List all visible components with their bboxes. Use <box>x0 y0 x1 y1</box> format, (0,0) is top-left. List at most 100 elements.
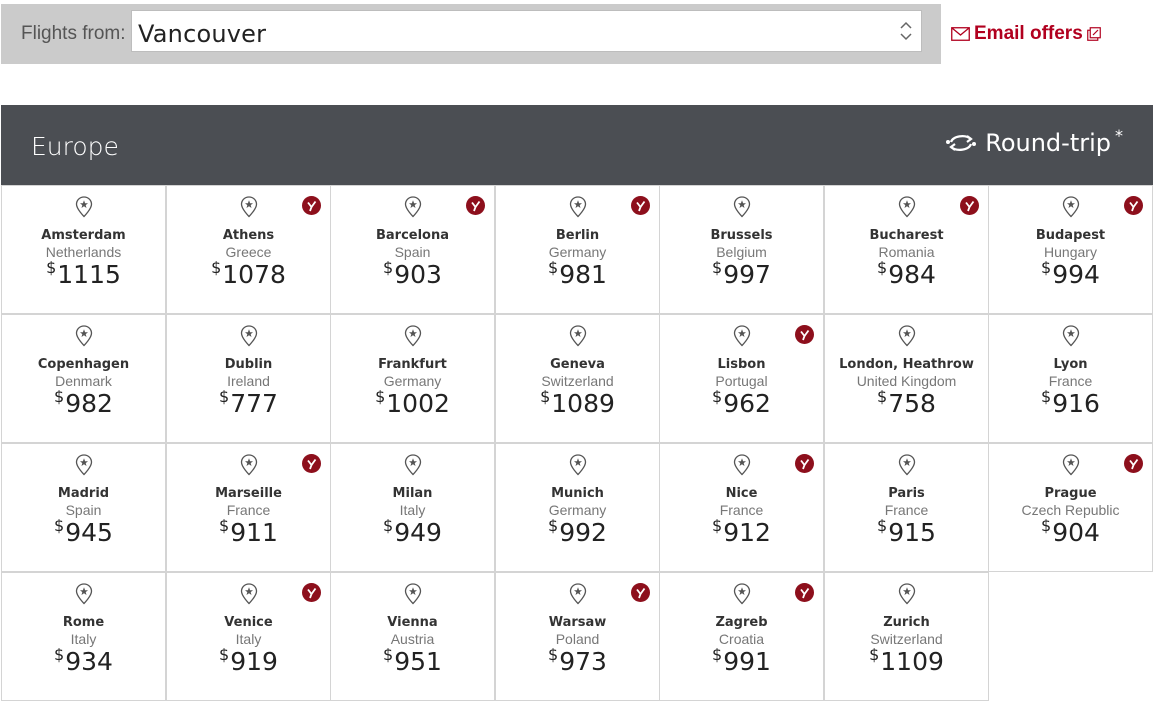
destination-city: Brussels <box>710 228 773 243</box>
destination-country: Greece <box>225 244 272 260</box>
destination-tile[interactable]: Nice France $912 <box>659 443 824 572</box>
currency-symbol: $ <box>219 516 230 535</box>
destination-price: $903 <box>331 258 494 289</box>
map-pin-icon <box>733 583 751 605</box>
external-link-icon <box>1086 27 1101 41</box>
price-amount: 1078 <box>222 260 286 289</box>
price-amount: 1115 <box>57 260 121 289</box>
round-trip-icon <box>946 135 977 151</box>
destination-tile[interactable]: Milan Italy $949 <box>330 443 495 572</box>
destination-country: Hungary <box>1044 244 1097 260</box>
destination-tile[interactable]: Frankfurt Germany $1002 <box>330 314 495 443</box>
destination-city: Budapest <box>1035 228 1106 243</box>
price-amount: 758 <box>888 389 936 418</box>
currency-symbol: $ <box>712 387 723 406</box>
destination-city: Venice <box>224 615 273 630</box>
price-amount: 991 <box>723 647 771 676</box>
destination-tile[interactable]: Lyon France $916 <box>988 314 1153 443</box>
currency-symbol: $ <box>877 516 888 535</box>
destination-tile[interactable]: Geneva Switzerland $1089 <box>495 314 660 443</box>
destination-city: Athens <box>222 228 275 243</box>
destination-tile[interactable]: Marseille France $911 <box>166 443 331 572</box>
destination-price: $973 <box>496 645 659 676</box>
origin-city-select[interactable]: Vancouver <box>131 10 922 52</box>
destination-tile[interactable]: Barcelona Spain $903 <box>330 185 495 314</box>
destination-country: Belgium <box>716 244 767 260</box>
destination-tile[interactable]: Zurich Switzerland $1109 <box>824 572 989 701</box>
destination-price: $994 <box>989 258 1152 289</box>
destination-tile[interactable]: Rome Italy $934 <box>1 572 166 701</box>
destination-city: Nice <box>725 486 758 501</box>
destination-tile[interactable]: Amsterdam Netherlands $1115 <box>1 185 166 314</box>
fare-footnote-asterisk: * <box>1115 125 1123 145</box>
currency-symbol: $ <box>54 516 65 535</box>
destination-country: France <box>884 502 929 518</box>
destination-tile[interactable]: Brussels Belgium $997 <box>659 185 824 314</box>
price-amount: 1109 <box>880 647 944 676</box>
destination-price: $984 <box>825 258 988 289</box>
destination-country: Romania <box>878 244 935 260</box>
destination-price: $962 <box>660 387 823 418</box>
destination-price: $904 <box>989 516 1152 547</box>
price-amount: 934 <box>65 647 113 676</box>
destination-price: $915 <box>825 516 988 547</box>
destination-city: Geneva <box>550 357 605 372</box>
destination-tile[interactable]: London, Heathrow United Kingdom $758 <box>824 314 989 443</box>
currency-symbol: $ <box>548 645 559 664</box>
price-amount: 912 <box>723 518 771 547</box>
map-pin-icon <box>569 583 587 605</box>
map-pin-icon <box>733 325 751 347</box>
destination-country: Germany <box>383 373 442 389</box>
destination-price: $1115 <box>2 258 165 289</box>
destination-country: Italy <box>399 502 426 518</box>
destination-tile[interactable]: Munich Germany $992 <box>495 443 660 572</box>
destination-tile[interactable]: Athens Greece $1078 <box>166 185 331 314</box>
destination-tile[interactable]: Prague Czech Republic $904 <box>988 443 1153 572</box>
destination-tile[interactable]: Paris France $915 <box>824 443 989 572</box>
special-offer-badge-icon <box>302 196 321 215</box>
special-offer-badge-icon <box>302 583 321 602</box>
destination-tile[interactable]: Budapest Hungary $994 <box>988 185 1153 314</box>
destination-tile[interactable]: Warsaw Poland $973 <box>495 572 660 701</box>
map-pin-icon <box>898 325 916 347</box>
destination-country: Portugal <box>715 373 768 389</box>
currency-symbol: $ <box>712 645 723 664</box>
price-amount: 916 <box>1052 389 1100 418</box>
destination-country: Germany <box>548 244 607 260</box>
price-amount: 1089 <box>551 389 615 418</box>
destination-price: $981 <box>496 258 659 289</box>
destination-price: $1109 <box>825 645 988 676</box>
destination-city: Zurich <box>883 615 930 630</box>
destination-tile[interactable]: Berlin Germany $981 <box>495 185 660 314</box>
destination-price: $758 <box>825 387 988 418</box>
currency-symbol: $ <box>1041 387 1052 406</box>
special-offer-badge-icon <box>1124 454 1143 473</box>
price-amount: 949 <box>394 518 442 547</box>
region-header: Europe Round-trip * <box>1 105 1153 185</box>
price-amount: 962 <box>723 389 771 418</box>
destination-tile[interactable]: Venice Italy $919 <box>166 572 331 701</box>
destination-tile[interactable]: Dublin Ireland $777 <box>166 314 331 443</box>
destination-price: $934 <box>2 645 165 676</box>
destination-tile[interactable]: Copenhagen Denmark $982 <box>1 314 166 443</box>
map-pin-icon <box>75 583 93 605</box>
destination-city: Copenhagen <box>37 357 130 372</box>
destination-country: Czech Republic <box>1021 502 1120 518</box>
chevron-up-down-icon <box>900 21 912 41</box>
price-amount: 951 <box>394 647 442 676</box>
destination-tile[interactable]: Zagreb Croatia $991 <box>659 572 824 701</box>
destination-tile[interactable]: Lisbon Portugal $962 <box>659 314 824 443</box>
destination-tile[interactable]: Bucharest Romania $984 <box>824 185 989 314</box>
price-amount: 1002 <box>386 389 450 418</box>
destination-country: Netherlands <box>45 244 122 260</box>
destination-tile[interactable]: Vienna Austria $951 <box>330 572 495 701</box>
envelope-icon <box>951 27 970 41</box>
destination-city: Lyon <box>1053 357 1088 372</box>
destination-tile[interactable]: Madrid Spain $945 <box>1 443 166 572</box>
map-pin-icon <box>569 196 587 218</box>
destination-country: Poland <box>555 631 600 647</box>
price-amount: 911 <box>230 518 278 547</box>
destination-country: Italy <box>235 631 262 647</box>
email-offers-link[interactable]: Email offers <box>951 22 1101 46</box>
currency-symbol: $ <box>869 645 880 664</box>
